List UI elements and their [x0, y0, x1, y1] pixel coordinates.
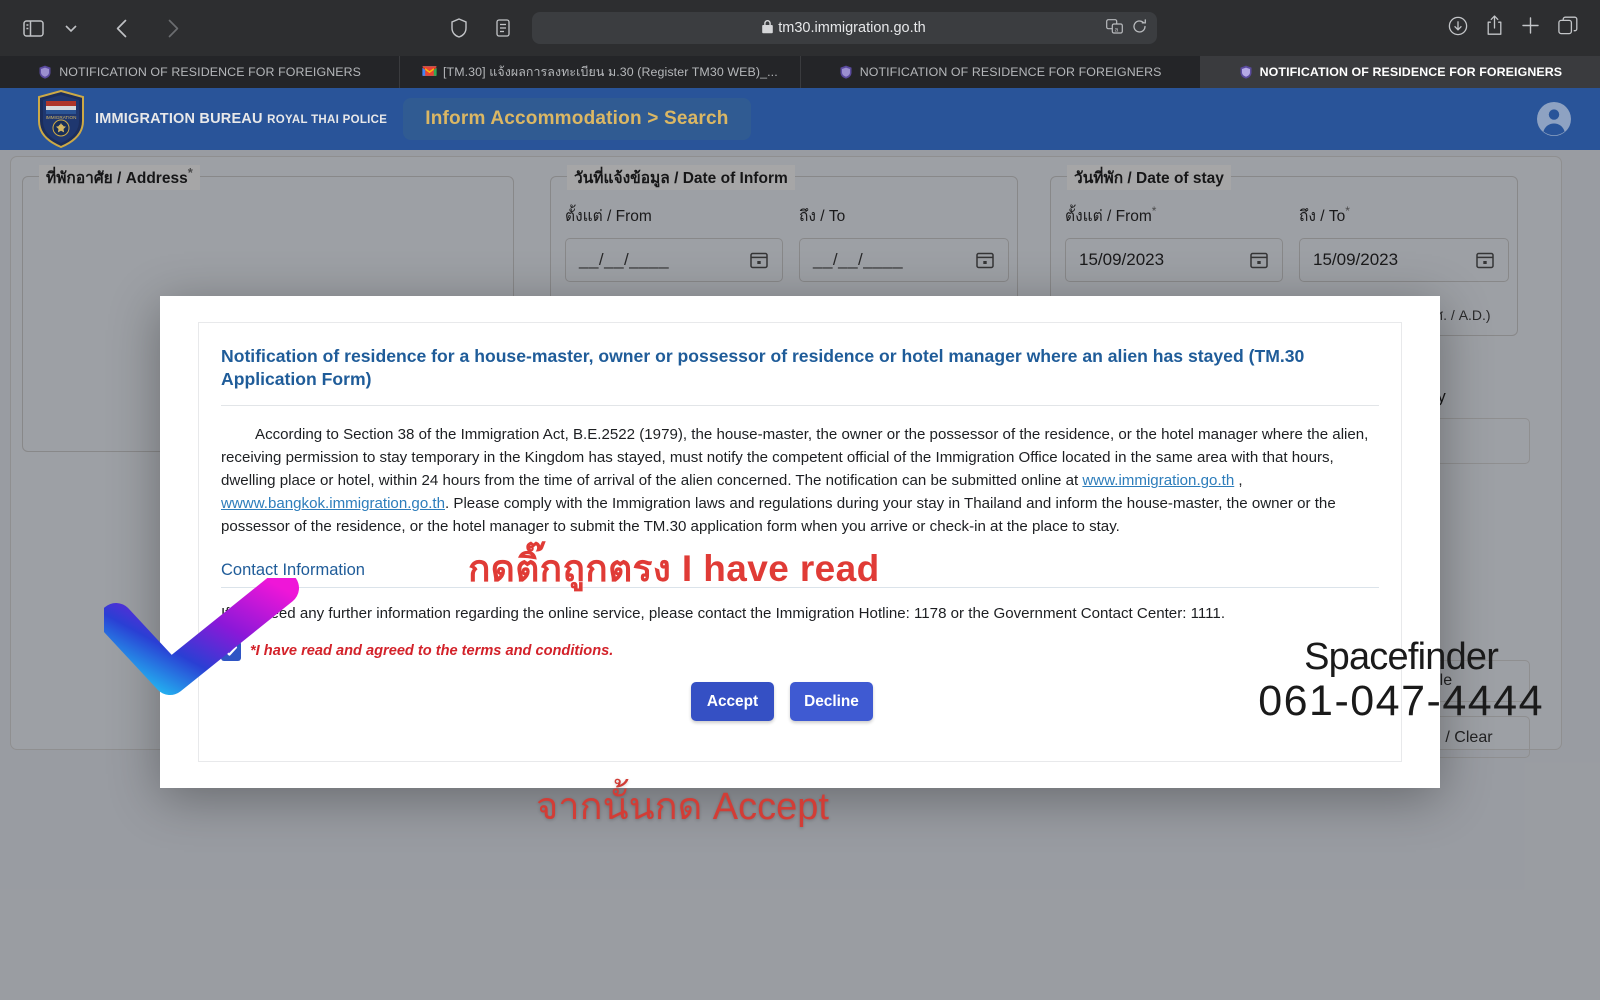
bangkok-immigration-link[interactable]: wwww.bangkok.immigration.go.th [221, 495, 445, 512]
immigration-link[interactable]: www.immigration.go.th [1082, 472, 1234, 489]
inform-from-input[interactable]: __/__/____ [565, 238, 783, 282]
reload-icon[interactable] [1132, 18, 1147, 38]
gradient-checkmark-icon [99, 571, 310, 696]
app-header: IMMIGRATION IMMIGRATION BUREAU ROYAL THA… [0, 88, 1600, 150]
spacefinder-watermark: Spacefinder 061-047-4444 [1258, 638, 1544, 723]
user-avatar-icon[interactable] [1536, 101, 1572, 137]
browser-tab-4[interactable]: NOTIFICATION OF RESIDENCE FOR FOREIGNERS [1200, 56, 1600, 88]
date-of-inform-legend: วันที่แจ้งข้อมูล / Date of Inform [567, 165, 795, 190]
stay-to-label: ถึง / To* [1299, 203, 1350, 225]
browser-tab-2[interactable]: [TM.30] แจ้งผลการลงทะเบียน ม.30 (Registe… [400, 56, 801, 88]
immigration-bureau-logo: IMMIGRATION IMMIGRATION BUREAU ROYAL THA… [36, 89, 387, 149]
svg-text:a: a [1114, 26, 1118, 33]
address-legend: ที่พักอาศัย / Address* [39, 165, 200, 191]
decline-button[interactable]: Decline [790, 682, 873, 722]
inform-from-label: ตั้งแต่ / From [565, 208, 652, 225]
modal-button-row: Accept Decline [221, 682, 1379, 722]
inform-to-value: __/__/____ [813, 250, 904, 269]
calendar-icon[interactable] [749, 250, 769, 270]
modal-title: Notification of residence for a house-ma… [221, 345, 1379, 407]
modal-body-text: According to Section 38 of the Immigrati… [221, 406, 1379, 539]
browser-tab-1-title: NOTIFICATION OF RESIDENCE FOR FOREIGNERS [59, 65, 362, 79]
spacefinder-phone: 061-047-4444 [1258, 677, 1544, 725]
brand-line-1: IMMIGRATION BUREAU [95, 111, 263, 128]
browser-tab-3[interactable]: NOTIFICATION OF RESIDENCE FOR FOREIGNERS [801, 56, 1201, 88]
stay-to-input[interactable]: 15/09/2023 [1299, 238, 1509, 282]
sidebar-icon[interactable] [16, 13, 50, 43]
toolbar-right-group [1300, 15, 1600, 41]
address-bar-actions: a [1105, 18, 1147, 38]
agree-terms-row[interactable]: *I have read and agreed to the terms and… [221, 641, 1379, 662]
calendar-icon[interactable] [975, 250, 995, 270]
reader-view-icon[interactable] [488, 14, 518, 42]
browser-tab-3-title: NOTIFICATION OF RESIDENCE FOR FOREIGNERS [859, 65, 1162, 79]
download-icon[interactable] [1448, 16, 1468, 41]
plus-icon[interactable] [1521, 16, 1540, 40]
toolbar-center-group: tm30.immigration.go.th a [300, 12, 1300, 44]
share-icon[interactable] [1486, 15, 1503, 41]
stay-from-input[interactable]: 15/09/2023 [1065, 238, 1283, 282]
tab-strip: NOTIFICATION OF RESIDENCE FOR FOREIGNERS… [0, 56, 1600, 88]
date-of-stay-legend: วันที่พัก / Date of stay [1067, 165, 1231, 190]
annotation-thai-accept-instruction: จากนั้นกด Accept [536, 786, 829, 828]
gmail-icon [422, 65, 437, 79]
inform-from-value: __/__/____ [579, 250, 670, 269]
stay-to-value: 15/09/2023 [1313, 250, 1399, 269]
browser-tab-1[interactable]: NOTIFICATION OF RESIDENCE FOR FOREIGNERS [0, 56, 401, 88]
forward-arrow-icon[interactable] [156, 13, 190, 43]
browser-tab-4-title: NOTIFICATION OF RESIDENCE FOR FOREIGNERS [1259, 65, 1563, 79]
immigration-shield-icon [839, 65, 853, 79]
tab-overview-icon[interactable] [1558, 16, 1578, 40]
browser-toolbar: tm30.immigration.go.th a [0, 0, 1600, 56]
svg-text:IMMIGRATION: IMMIGRATION [46, 115, 77, 120]
spacefinder-name: Spacefinder [1304, 636, 1499, 678]
chevron-down-icon[interactable] [54, 13, 88, 43]
modal-paragraph-part-2: , [1234, 472, 1243, 490]
calendar-icon[interactable] [1475, 250, 1495, 270]
royal-thai-police-crest-icon: IMMIGRATION [36, 89, 86, 149]
stay-from-label: ตั้งแต่ / From* [1065, 203, 1157, 225]
translate-icon[interactable]: a [1105, 18, 1123, 38]
brand-text: IMMIGRATION BUREAU ROYAL THAI POLICE [95, 110, 387, 128]
lock-icon [762, 19, 774, 37]
stay-from-value: 15/09/2023 [1079, 250, 1165, 269]
toolbar-left-group [0, 13, 300, 43]
address-bar[interactable]: tm30.immigration.go.th a [531, 12, 1157, 44]
annotation-thai-tick-instruction: กดติ๊กถูกตรง I have read [468, 548, 880, 589]
address-bar-url: tm30.immigration.go.th [778, 20, 926, 36]
calendar-icon[interactable] [1249, 250, 1269, 270]
back-arrow-icon[interactable] [104, 13, 138, 43]
inform-to-input[interactable]: __/__/____ [799, 238, 1009, 282]
inform-to-label: ถึง / To [799, 208, 846, 225]
immigration-shield-icon [1239, 65, 1253, 79]
immigration-shield-icon [38, 65, 52, 79]
shield-privacy-icon[interactable] [444, 14, 474, 42]
breadcrumb-inform-accommodation-search[interactable]: Inform Accommodation > Search [403, 98, 751, 140]
brand-line-2: ROYAL THAI POLICE [267, 114, 388, 127]
browser-tab-2-title: [TM.30] แจ้งผลการลงทะเบียน ม.30 (Registe… [443, 64, 778, 79]
contact-information-text: If you need any further information rega… [221, 605, 1226, 623]
accept-button[interactable]: Accept [691, 682, 774, 722]
